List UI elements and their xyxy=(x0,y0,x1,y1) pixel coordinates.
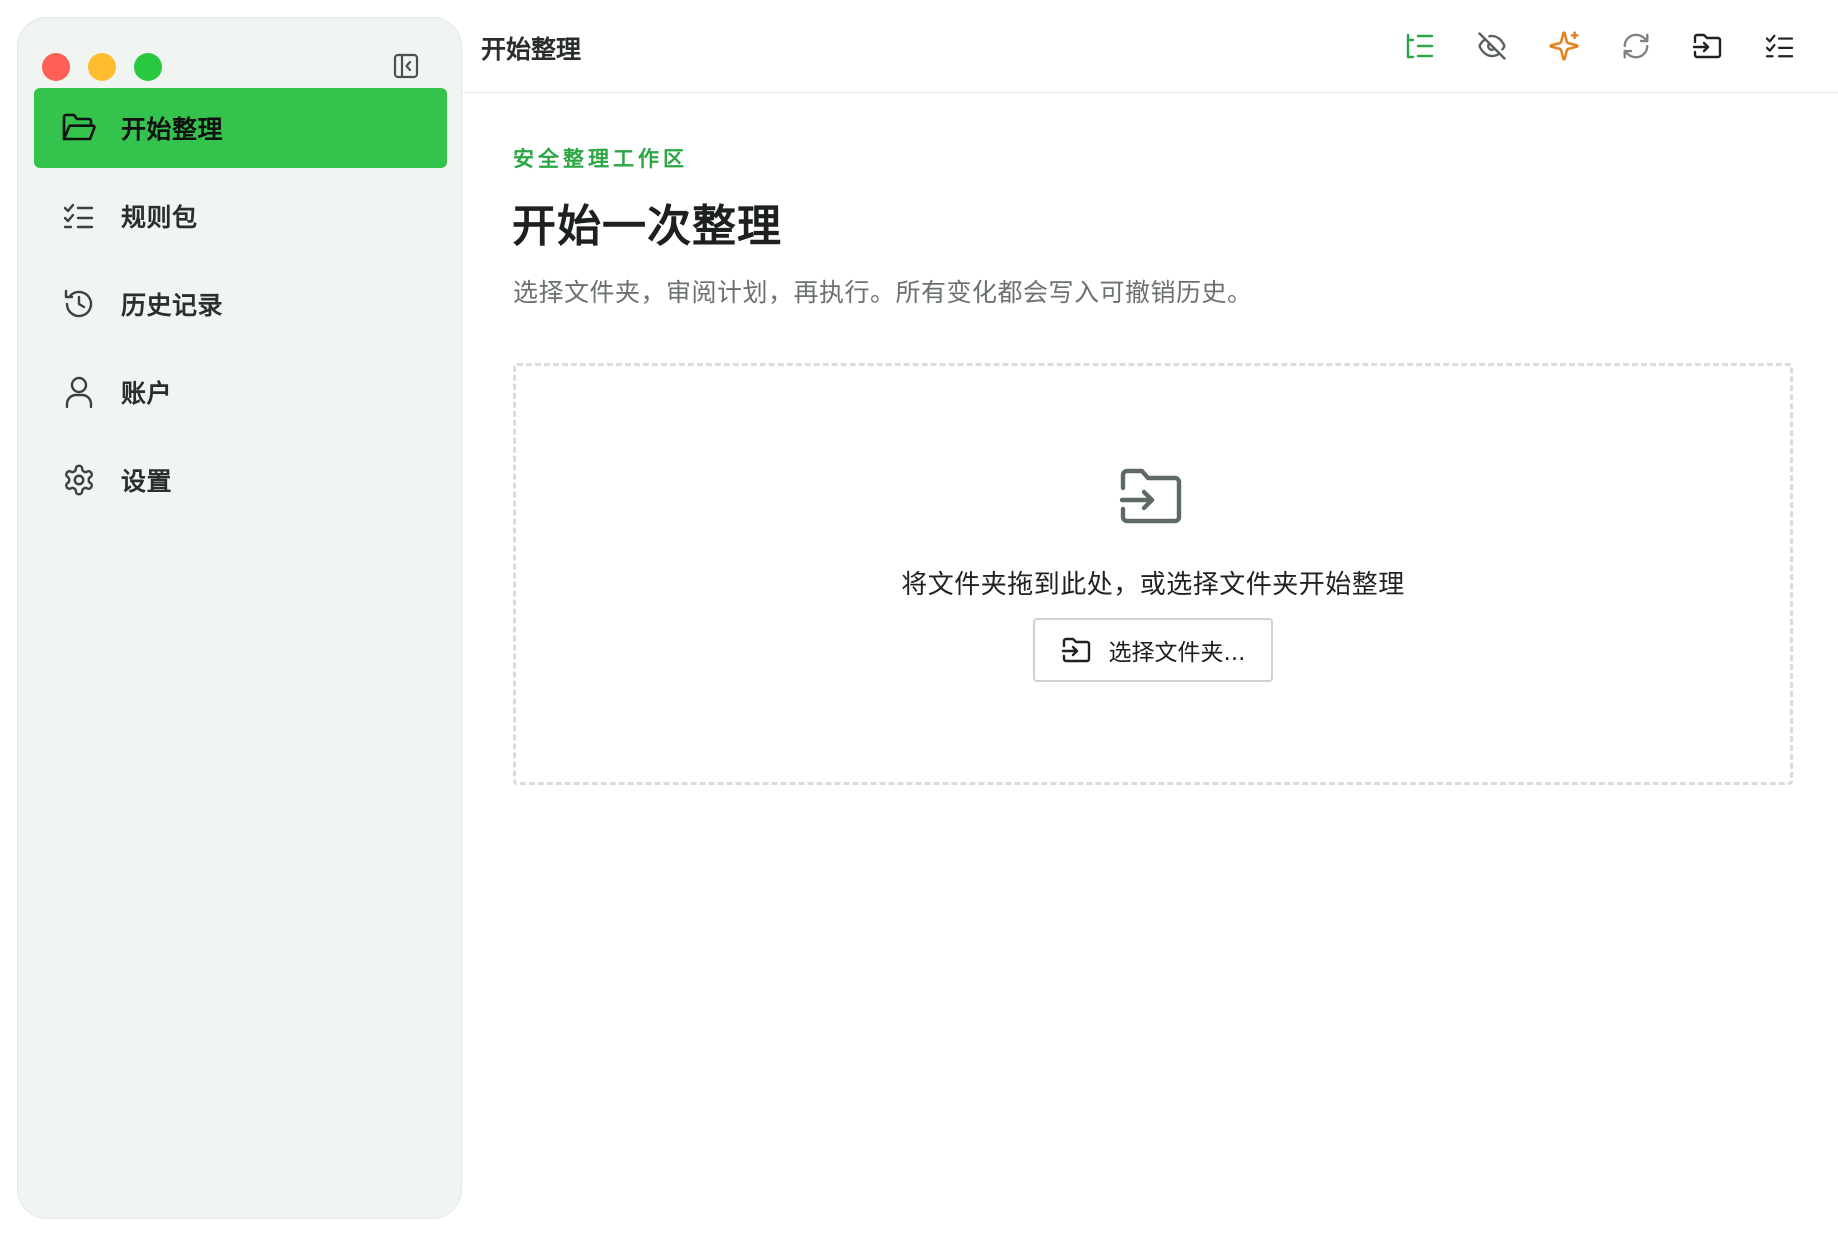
zoom-window-button[interactable] xyxy=(134,53,162,81)
app-window: 开始整理 规则包 历史记录 账户 设置 开始整理 安全整理工作区 开始一次整理 … xyxy=(0,0,1838,1238)
refresh-icon xyxy=(1623,33,1649,59)
section-eyebrow: 安全整理工作区 xyxy=(513,147,688,171)
sidebar-item-label: 开始整理 xyxy=(121,115,224,144)
ai-suggest-button[interactable] xyxy=(1542,24,1586,68)
choose-folder-button[interactable]: 选择文件夹... xyxy=(1033,618,1273,682)
checklist-icon xyxy=(57,202,101,230)
refresh-button[interactable] xyxy=(1614,24,1658,68)
history-icon xyxy=(57,287,101,321)
sidebar: 开始整理 规则包 历史记录 账户 设置 xyxy=(17,17,462,1219)
folder-import-icon xyxy=(1692,33,1722,59)
sidebar-item-rules[interactable]: 规则包 xyxy=(34,176,447,256)
sidebar-item-start[interactable]: 开始整理 xyxy=(34,88,447,168)
eye-off-icon xyxy=(1478,32,1506,60)
sidebar-item-label: 历史记录 xyxy=(121,291,224,320)
task-list-button[interactable] xyxy=(1758,24,1802,68)
sidebar-item-settings[interactable]: 设置 xyxy=(34,440,447,520)
sidebar-item-label: 账户 xyxy=(121,379,173,408)
sidebar-item-label: 规则包 xyxy=(121,203,198,232)
dropzone-hint: 将文件夹拖到此处，或选择文件夹开始整理 xyxy=(901,570,1405,600)
choose-folder-label: 选择文件夹... xyxy=(1108,640,1246,666)
tree-list-button[interactable] xyxy=(1398,24,1442,68)
user-icon xyxy=(57,375,101,409)
page-subtitle: 选择文件夹，审阅计划，再执行。所有变化都会写入可撤销历史。 xyxy=(513,278,1253,307)
window-title: 开始整理 xyxy=(481,35,582,64)
sidebar-item-account[interactable]: 账户 xyxy=(34,352,447,432)
sidebar-item-history[interactable]: 历史记录 xyxy=(34,264,447,344)
import-folder-button[interactable] xyxy=(1686,24,1730,68)
tree-list-icon xyxy=(1406,33,1434,59)
minimize-window-button[interactable] xyxy=(88,53,116,81)
sidebar-collapse-button[interactable] xyxy=(388,48,424,84)
top-bar: 开始整理 xyxy=(462,0,1838,93)
folder-import-icon xyxy=(1061,635,1095,665)
folder-import-icon xyxy=(1119,468,1182,524)
gear-icon xyxy=(57,463,101,497)
main-content: 安全整理工作区 开始一次整理 选择文件夹，审阅计划，再执行。所有变化都会写入可撤… xyxy=(462,93,1838,1238)
folder-dropzone[interactable]: 将文件夹拖到此处，或选择文件夹开始整理 选择文件夹... xyxy=(513,363,1793,785)
page-title: 开始一次整理 xyxy=(512,201,782,252)
sparkles-icon xyxy=(1549,31,1579,61)
sidebar-collapse-icon xyxy=(393,53,419,79)
close-window-button[interactable] xyxy=(42,53,70,81)
sidebar-item-label: 设置 xyxy=(121,467,173,496)
checklist-icon xyxy=(1765,34,1794,58)
toolbar xyxy=(1370,24,1802,68)
sidebar-nav: 开始整理 规则包 历史记录 账户 设置 xyxy=(34,88,447,528)
folder-open-icon xyxy=(57,112,101,144)
hide-preview-button[interactable] xyxy=(1470,24,1514,68)
